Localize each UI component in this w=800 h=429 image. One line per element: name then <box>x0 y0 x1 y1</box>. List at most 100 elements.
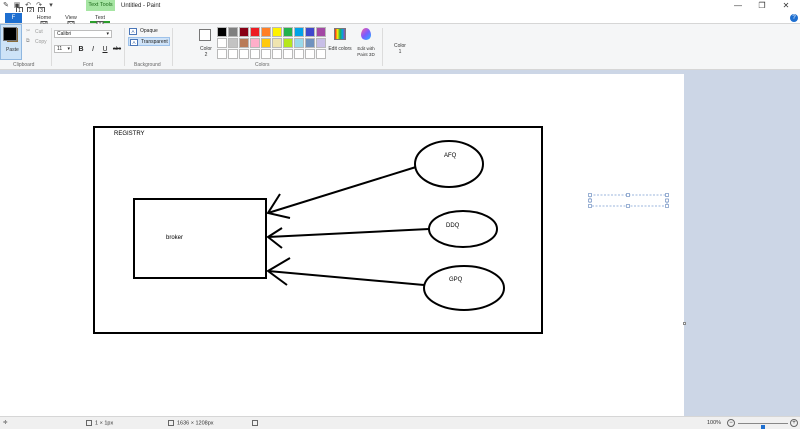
color-2-swatch <box>199 29 211 41</box>
canvas-drawing: REGISTRY broker AFQ DDQ GPQ <box>93 126 669 334</box>
paint-app-icon[interactable]: ✎ <box>2 2 10 10</box>
minimize-button[interactable]: — <box>728 1 748 11</box>
edit-colors-button[interactable]: Edit colors <box>328 27 352 61</box>
edit-paint3d-button[interactable]: Edit with Paint 3D <box>353 27 379 61</box>
selection-handles[interactable] <box>588 193 669 208</box>
palette-swatch[interactable] <box>239 49 249 59</box>
palette-swatch[interactable] <box>217 27 227 37</box>
zoom-slider-thumb[interactable] <box>761 425 765 429</box>
cut-button[interactable]: ✂ Cut <box>26 28 48 36</box>
scissors-icon: ✂ <box>26 28 31 34</box>
color-2-button[interactable]: Color 2 <box>197 27 215 59</box>
palette-swatch[interactable] <box>305 49 315 59</box>
arrow-afq-to-broker <box>266 166 417 219</box>
font-group-label: Font <box>83 62 94 68</box>
image-size: 1636 × 1208px <box>168 420 214 427</box>
palette-swatch[interactable] <box>272 38 282 48</box>
text-tools-context-tab: Text Tools <box>86 0 115 11</box>
image-size-icon <box>168 420 174 426</box>
paint-window: ✎ ▣ ↶ ↷ ▾ 1 2 3 Text Tools Untitled - Pa… <box>0 0 800 429</box>
registry-box <box>93 126 543 334</box>
palette-swatch[interactable] <box>261 49 271 59</box>
chevron-down-icon: ▾ <box>106 31 109 37</box>
palette-swatch[interactable] <box>239 38 249 48</box>
drawing-canvas[interactable]: REGISTRY broker AFQ DDQ GPQ <box>0 74 684 416</box>
edit-paint3d-label: Edit with Paint 3D <box>357 46 375 57</box>
cut-label: Cut <box>35 29 43 35</box>
selection-icon <box>86 420 92 426</box>
file-size-icon <box>252 420 261 427</box>
palette-swatch[interactable] <box>261 27 271 37</box>
selection-size-value: 1 × 1px <box>95 420 114 427</box>
broker-label: broker <box>166 235 183 241</box>
palette-swatch[interactable] <box>250 27 260 37</box>
palette-swatch[interactable] <box>228 38 238 48</box>
palette-swatch[interactable] <box>228 49 238 59</box>
arrow-gpq-to-broker <box>266 257 425 286</box>
palette-swatch[interactable] <box>283 49 293 59</box>
node-ddq-label: DDQ <box>446 223 460 229</box>
font-family-select[interactable]: Calibri ▾ <box>54 30 112 38</box>
opaque-option[interactable]: A Opaque <box>128 27 168 36</box>
ribbon-tab-row: F Home H View V Text T ? <box>0 12 800 36</box>
broker-box <box>133 198 267 279</box>
color-1-number: 1 <box>398 49 402 55</box>
palette-swatch[interactable] <box>272 49 282 59</box>
palette-swatch[interactable] <box>217 49 227 59</box>
canvas-resize-handle[interactable] <box>683 322 686 325</box>
maximize-button[interactable]: ❐ <box>752 1 772 11</box>
close-button[interactable]: ✕ <box>776 1 796 11</box>
palette-swatch[interactable] <box>305 27 315 37</box>
tab-text[interactable]: Text T <box>90 14 110 29</box>
help-icon[interactable]: ? <box>790 14 798 22</box>
palette-swatch[interactable] <box>250 49 260 59</box>
color-2-number: 2 <box>204 52 208 58</box>
palette-swatch[interactable] <box>272 27 282 37</box>
palette-swatch[interactable] <box>228 27 238 37</box>
cursor-position-icon: ✛ <box>3 420 8 426</box>
clipboard-group-label: Clipboard <box>13 62 35 68</box>
palette-swatch[interactable] <box>316 27 326 37</box>
palette-swatch[interactable] <box>283 38 293 48</box>
palette-swatch[interactable] <box>316 49 326 59</box>
image-size-value: 1636 × 1208px <box>177 420 214 427</box>
paint3d-icon <box>361 28 371 40</box>
edit-colors-icon <box>334 28 346 40</box>
zoom-out-button[interactable]: − <box>727 419 735 427</box>
color-1-swatch <box>3 27 17 41</box>
node-afq <box>414 140 484 188</box>
tab-home[interactable]: Home H <box>34 14 54 29</box>
palette-swatch[interactable] <box>239 27 249 37</box>
edit-colors-label: Edit colors <box>328 46 352 52</box>
window-title: Untitled - Paint <box>121 3 161 9</box>
palette-swatch[interactable] <box>316 38 326 48</box>
palette-swatch[interactable] <box>283 27 293 37</box>
tab-view[interactable]: View V <box>62 14 80 29</box>
status-bar: ✛ 1 × 1px 1636 × 1208px 100% − + <box>0 416 800 429</box>
palette-swatch[interactable] <box>294 27 304 37</box>
palette-swatch[interactable] <box>250 38 260 48</box>
palette-swatch[interactable] <box>305 38 315 48</box>
zoom-slider[interactable] <box>738 423 788 429</box>
node-gpq-label: GPQ <box>449 277 463 283</box>
registry-label: REGISTRY <box>114 131 145 137</box>
colors-group-label: Colors <box>255 62 270 68</box>
zoom-in-button[interactable]: + <box>790 419 798 427</box>
opaque-label: Opaque <box>140 28 158 34</box>
palette-swatch[interactable] <box>294 49 304 59</box>
selection-size: 1 × 1px <box>86 420 113 427</box>
node-afq-label: AFQ <box>444 153 457 159</box>
background-group-label: Background <box>134 62 161 68</box>
group-divider <box>382 28 383 66</box>
font-family-value: Calibri <box>57 31 72 37</box>
palette-swatch[interactable] <box>217 38 227 48</box>
tab-file[interactable]: F <box>5 13 22 23</box>
customize-icon[interactable]: ▾ <box>47 2 55 10</box>
palette-swatch[interactable] <box>261 38 271 48</box>
palette-swatch[interactable] <box>294 38 304 48</box>
opaque-icon: A <box>129 28 137 35</box>
zoom-level: 100% <box>707 420 722 426</box>
arrow-ddq-to-broker <box>266 227 430 249</box>
title-bar: ✎ ▣ ↶ ↷ ▾ 1 2 3 Text Tools Untitled - Pa… <box>0 0 800 15</box>
node-ddq <box>428 210 498 248</box>
